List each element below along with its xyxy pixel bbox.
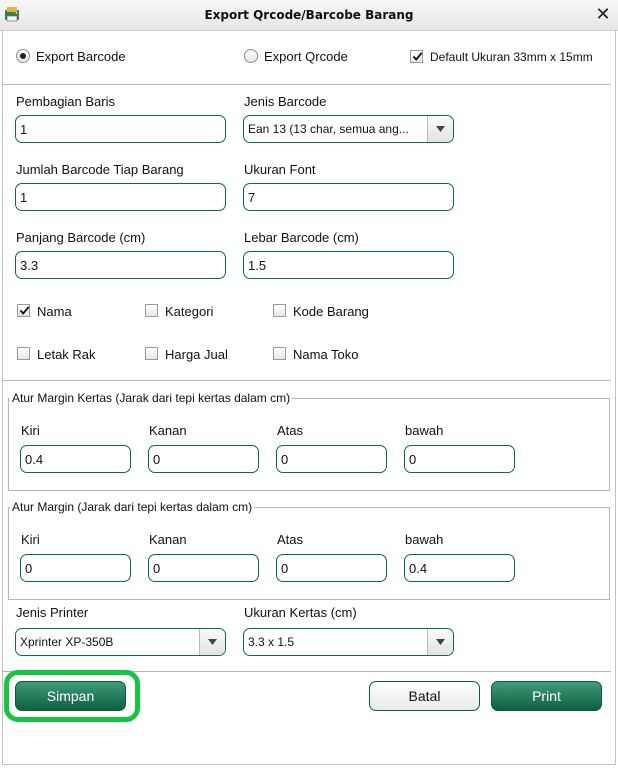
export-qrcode-radio[interactable] xyxy=(244,49,258,63)
ukuran-font-label: Ukuran Font xyxy=(244,162,316,177)
panjang-barcode-label: Panjang Barcode (cm) xyxy=(16,230,146,245)
pembagian-baris-input[interactable] xyxy=(15,115,226,143)
ukuran-kertas-select[interactable]: 3.3 x 1.5 xyxy=(243,628,454,656)
window-title: Export Qrcode/Barcobe Barang xyxy=(204,8,414,22)
jumlah-barcode-input[interactable] xyxy=(15,183,226,211)
kategori-label[interactable]: Kategori xyxy=(165,304,213,319)
m-kiri-input[interactable] xyxy=(20,554,131,582)
m-kanan-input[interactable] xyxy=(148,554,259,582)
simpan-button[interactable]: Simpan xyxy=(15,681,126,711)
checkmark-icon xyxy=(19,306,30,315)
divider xyxy=(3,380,611,381)
nama-toko-checkbox[interactable] xyxy=(273,347,286,360)
jenis-barcode-label: Jenis Barcode xyxy=(244,94,327,109)
close-icon[interactable]: ✕ xyxy=(594,4,612,24)
m-bawah-label: bawah xyxy=(405,532,444,547)
mk-kiri-input[interactable] xyxy=(20,445,131,473)
nama-checkbox[interactable] xyxy=(17,304,30,317)
dropdown-button[interactable] xyxy=(427,116,453,142)
dropdown-button[interactable] xyxy=(427,629,453,655)
mk-bawah-label: bawah xyxy=(405,423,444,438)
checkmark-icon xyxy=(412,52,423,61)
panjang-barcode-input[interactable] xyxy=(15,251,226,279)
export-qrcode-label[interactable]: Export Qrcode xyxy=(264,49,348,64)
kode-barang-label[interactable]: Kode Barang xyxy=(293,304,369,319)
print-button[interactable]: Print xyxy=(491,681,602,711)
mk-kanan-input[interactable] xyxy=(148,445,259,473)
dropdown-button[interactable] xyxy=(199,629,225,655)
chevron-down-icon xyxy=(208,639,217,645)
pembagian-baris-label: Pembagian Baris xyxy=(16,94,115,109)
margin-kertas-title: Atur Margin Kertas (Jarak dari tepi kert… xyxy=(10,391,293,405)
lebar-barcode-input[interactable] xyxy=(243,251,454,279)
export-barcode-radio[interactable] xyxy=(16,49,30,63)
harga-jual-checkbox[interactable] xyxy=(145,347,158,360)
ukuran-kertas-value: 3.3 x 1.5 xyxy=(248,635,295,649)
m-atas-label: Atas xyxy=(277,532,304,547)
chevron-down-icon xyxy=(436,126,445,132)
m-bawah-input[interactable] xyxy=(404,554,515,582)
letak-rak-label[interactable]: Letak Rak xyxy=(37,347,96,362)
radio-selected-dot xyxy=(20,53,26,59)
default-size-checkbox[interactable] xyxy=(410,50,423,63)
jenis-printer-value: Xprinter XP-350B xyxy=(20,635,114,649)
kode-barang-checkbox[interactable] xyxy=(273,304,286,317)
jenis-printer-select[interactable]: Xprinter XP-350B xyxy=(15,628,226,656)
nama-toko-label[interactable]: Nama Toko xyxy=(293,347,359,362)
chevron-down-icon xyxy=(436,639,445,645)
m-atas-input[interactable] xyxy=(276,554,387,582)
ukuran-font-input[interactable] xyxy=(243,183,454,211)
batal-button[interactable]: Batal xyxy=(369,681,480,711)
jumlah-barcode-label: Jumlah Barcode Tiap Barang xyxy=(16,162,184,177)
export-barcode-label[interactable]: Export Barcode xyxy=(36,49,126,64)
default-size-label[interactable]: Default Ukuran 33mm x 15mm xyxy=(430,50,593,64)
letak-rak-checkbox[interactable] xyxy=(17,347,30,360)
jenis-barcode-select[interactable]: Ean 13 (13 char, semua ang... xyxy=(243,115,454,143)
m-kanan-label: Kanan xyxy=(149,532,187,547)
nama-label[interactable]: Nama xyxy=(37,304,72,319)
mk-atas-label: Atas xyxy=(277,423,304,438)
ukuran-kertas-label: Ukuran Kertas (cm) xyxy=(244,605,357,620)
divider xyxy=(3,84,611,85)
jenis-printer-label: Jenis Printer xyxy=(16,605,89,620)
jenis-barcode-value: Ean 13 (13 char, semua ang... xyxy=(248,122,409,136)
kategori-checkbox[interactable] xyxy=(145,304,158,317)
mk-kanan-label: Kanan xyxy=(149,423,187,438)
mk-bawah-input[interactable] xyxy=(404,445,515,473)
lebar-barcode-label: Lebar Barcode (cm) xyxy=(244,230,359,245)
mk-kiri-label: Kiri xyxy=(21,423,40,438)
harga-jual-label[interactable]: Harga Jual xyxy=(165,347,228,362)
m-kiri-label: Kiri xyxy=(21,532,40,547)
mk-atas-input[interactable] xyxy=(276,445,387,473)
margin-title: Atur Margin (Jarak dari tepi kertas dala… xyxy=(10,500,255,514)
